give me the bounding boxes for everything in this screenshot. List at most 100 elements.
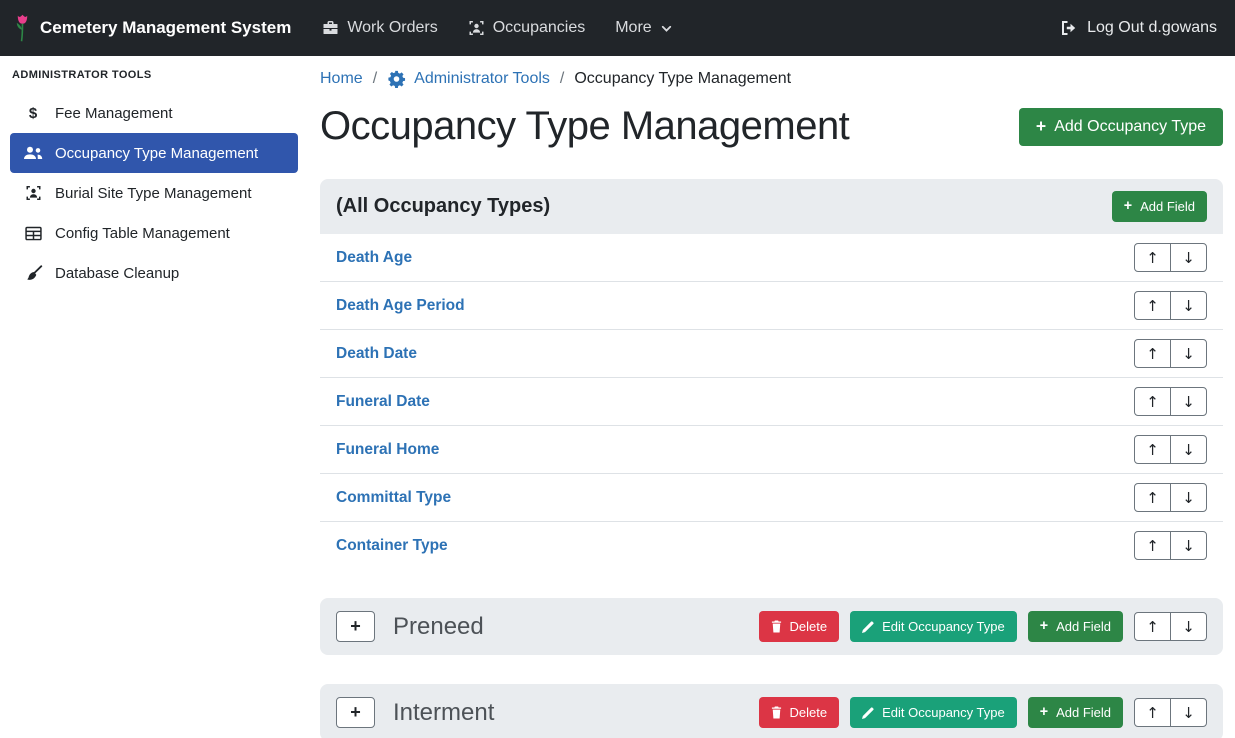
sidebar-item-label: Burial Site Type Management [55,185,252,202]
tulip-logo-icon [14,13,31,43]
breadcrumb-home[interactable]: Home [320,70,363,88]
breadcrumb-separator: / [560,70,564,88]
move-up-button[interactable]: ↑ [1134,531,1171,560]
delete-button[interactable]: Delete [759,697,840,728]
logout-button[interactable]: Log Out d.gowans [1056,11,1221,45]
reorder-buttons: ↑ ↓ [1134,531,1207,560]
nav-more[interactable]: More [600,11,687,45]
field-link-container-type[interactable]: Container Type [336,537,448,555]
reorder-buttons: ↑ ↓ [1134,387,1207,416]
reorder-buttons: ↑ ↓ [1134,435,1207,464]
pencil-icon [862,707,874,719]
field-row: Death Date ↑ ↓ [320,329,1223,377]
field-row: Death Age ↑ ↓ [320,234,1223,281]
add-occupancy-type-label: Add Occupancy Type [1054,118,1206,136]
field-link-death-date[interactable]: Death Date [336,345,417,363]
broom-icon [22,265,44,281]
nav-occupancies[interactable]: Occupancies [453,11,601,45]
reorder-buttons: ↑ ↓ [1134,698,1207,727]
sidebar-item-label: Occupancy Type Management [55,145,258,162]
move-up-button[interactable]: ↑ [1134,243,1171,272]
plus-icon: + [1040,619,1048,633]
field-link-funeral-home[interactable]: Funeral Home [336,441,439,459]
breadcrumb-admin-tools[interactable]: Administrator Tools [414,70,550,88]
move-down-button[interactable]: ↓ [1170,435,1207,464]
section-title: Preneed [393,613,484,641]
move-down-button[interactable]: ↓ [1170,531,1207,560]
move-down-button[interactable]: ↓ [1170,243,1207,272]
sidebar-item-burial-site-type-management[interactable]: Burial Site Type Management [10,173,298,213]
pencil-icon [862,621,874,633]
main-nav: Work Orders Occupancies More [307,11,687,45]
burial-site-icon [22,185,44,201]
move-down-button[interactable]: ↓ [1170,612,1207,641]
delete-label: Delete [790,705,828,720]
field-row: Funeral Home ↑ ↓ [320,425,1223,473]
section-preneed: + Preneed Delete Edit Occupancy Type + [320,598,1223,655]
sidebar-heading: ADMINISTRATOR TOOLS [10,69,298,93]
plus-icon: + [1124,199,1132,213]
card-title: (All Occupancy Types) [336,195,550,218]
sidebar-item-config-table-management[interactable]: Config Table Management [10,213,298,253]
edit-label: Edit Occupancy Type [882,619,1005,634]
sidebar-item-label: Config Table Management [55,225,230,242]
delete-button[interactable]: Delete [759,611,840,642]
edit-occupancy-type-button[interactable]: Edit Occupancy Type [850,611,1017,642]
move-down-button[interactable]: ↓ [1170,387,1207,416]
page-title: Occupancy Type Management [320,104,849,149]
reorder-buttons: ↑ ↓ [1134,483,1207,512]
move-up-button[interactable]: ↑ [1134,698,1171,727]
field-row: Funeral Date ↑ ↓ [320,377,1223,425]
add-field-button[interactable]: + Add Field [1028,611,1123,642]
add-field-label: Add Field [1140,199,1195,214]
section-interment: + Interment Delete Edit Occupancy Type + [320,684,1223,738]
app-brand[interactable]: Cemetery Management System [14,13,291,43]
move-up-button[interactable]: ↑ [1134,291,1171,320]
add-field-label: Add Field [1056,705,1111,720]
field-link-committal-type[interactable]: Committal Type [336,489,451,507]
nav-label: More [615,19,651,37]
reorder-buttons: ↑ ↓ [1134,339,1207,368]
sidebar-item-fee-management[interactable]: $ Fee Management [10,93,298,133]
sidebar-item-database-cleanup[interactable]: Database Cleanup [10,253,298,293]
main-content: Home / Administrator Tools / Occupancy T… [308,56,1235,738]
add-field-button[interactable]: + Add Field [1028,697,1123,728]
add-field-button[interactable]: + Add Field [1112,191,1207,222]
field-row: Death Age Period ↑ ↓ [320,281,1223,329]
field-link-funeral-date[interactable]: Funeral Date [336,393,430,411]
sidebar-item-label: Fee Management [55,105,173,122]
field-row: Committal Type ↑ ↓ [320,473,1223,521]
move-up-button[interactable]: ↑ [1134,339,1171,368]
reorder-buttons: ↑ ↓ [1134,612,1207,641]
add-occupancy-type-button[interactable]: + Add Occupancy Type [1019,108,1223,146]
move-up-button[interactable]: ↑ [1134,435,1171,464]
top-navbar: Cemetery Management System Work Orders O… [0,0,1235,56]
move-up-button[interactable]: ↑ [1134,483,1171,512]
section-actions: Delete Edit Occupancy Type + Add Field ↑… [759,611,1207,642]
nav-label: Occupancies [493,19,586,37]
move-down-button[interactable]: ↓ [1170,339,1207,368]
expand-button[interactable]: + [336,611,375,642]
field-link-death-age[interactable]: Death Age [336,249,412,267]
move-down-button[interactable]: ↓ [1170,291,1207,320]
sidebar-item-occupancy-type-management[interactable]: Occupancy Type Management [10,133,298,173]
edit-occupancy-type-button[interactable]: Edit Occupancy Type [850,697,1017,728]
reorder-buttons: ↑ ↓ [1134,243,1207,272]
nav-label: Work Orders [347,19,437,37]
edit-label: Edit Occupancy Type [882,705,1005,720]
field-link-death-age-period[interactable]: Death Age Period [336,297,465,315]
move-up-button[interactable]: ↑ [1134,612,1171,641]
field-row: Container Type ↑ ↓ [320,521,1223,569]
logout-label: Log Out d.gowans [1087,19,1217,37]
plus-icon: + [1040,705,1048,719]
add-field-label: Add Field [1056,619,1111,634]
move-down-button[interactable]: ↓ [1170,483,1207,512]
nav-work-orders[interactable]: Work Orders [307,11,452,45]
expand-button[interactable]: + [336,697,375,728]
trash-icon [771,706,782,719]
sidebar: ADMINISTRATOR TOOLS $ Fee Management Occ… [0,56,308,738]
card-header: (All Occupancy Types) + Add Field [320,179,1223,234]
chevron-down-icon [660,23,673,34]
move-down-button[interactable]: ↓ [1170,698,1207,727]
move-up-button[interactable]: ↑ [1134,387,1171,416]
